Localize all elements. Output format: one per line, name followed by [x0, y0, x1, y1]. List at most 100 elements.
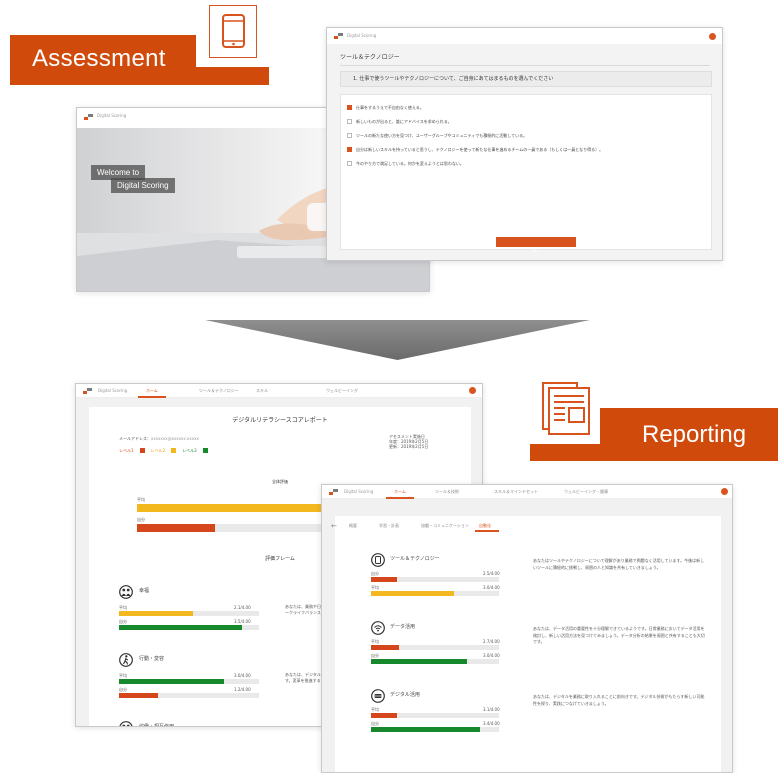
sub-tab[interactable]: 概要: [349, 523, 357, 529]
survey-option[interactable]: 自分は新しいスキルを持っていると思うし、テクノロジーを使って新たな仕事を進めるチ…: [347, 147, 603, 152]
option-label: ツールの新たな使い方を見つけ、ユーザーグループやコミュニティでも積極的に活動して…: [356, 133, 528, 138]
nav-tab[interactable]: ウェルビーイング・健康: [564, 489, 608, 495]
welcome-subtitle: Digital Scoring: [111, 178, 175, 193]
app-logo: [84, 114, 94, 120]
section-comment: あなたは、デジタルを業務に取り入れることに前向きです。デジタル技術がもたらす新し…: [533, 694, 705, 706]
score-bar: [371, 577, 499, 582]
overall-bar-fill: [137, 504, 323, 512]
score-bar-fill: [119, 693, 159, 698]
checkbox[interactable]: [347, 133, 352, 138]
overall-row-label: 平均: [137, 497, 145, 502]
user-avatar[interactable]: [709, 33, 716, 40]
score-bar-fill: [371, 645, 400, 650]
row-label: 自分: [371, 721, 379, 726]
section-comment: あなたはツールやテクノロジーについて理解があり業務で問題なく活用しています。今後…: [533, 558, 705, 570]
sub-tab[interactable]: 協働・コミュニケーション: [421, 523, 469, 529]
reporting-label-text: Reporting: [642, 421, 747, 448]
checkbox[interactable]: [347, 161, 352, 166]
survey-option[interactable]: 仕事をするうえで不自由なく使える。: [347, 105, 424, 110]
checked-checkbox[interactable]: [347, 147, 352, 152]
options-panel: 仕事をするうえで不自由なく使える。新しいものが出ると、誰にアドバイスを求められる…: [340, 94, 712, 253]
option-label: 自分は新しいスキルを持っていると思うし、テクノロジーを使って新たな仕事を進めるチ…: [356, 147, 604, 152]
row-label: 自分: [119, 687, 127, 692]
survey-option[interactable]: 新しいものが出ると、誰にアドバイスを求められる。: [347, 119, 452, 124]
survey-option[interactable]: ツールの新たな使い方を見つけ、ユーザーグループやコミュニティでも積極的に活動して…: [347, 133, 527, 138]
app-name: Digital Scoring: [344, 489, 374, 494]
section-title: ツール＆テクノロジー: [340, 54, 400, 61]
row-label: 平均: [119, 673, 127, 678]
checked-checkbox[interactable]: [347, 105, 352, 110]
sub-tab[interactable]: 学習・計画: [379, 523, 399, 529]
overall-bar-fill: [137, 524, 215, 532]
section-title: デジタル活用: [390, 692, 420, 698]
app-name: Digital Scoring: [98, 388, 128, 393]
row-score: 2.5/4.00: [483, 571, 500, 576]
score-bar: [371, 727, 499, 732]
survey-option[interactable]: 今のやり方で満足している。何かを変えようとは思わない。: [347, 161, 464, 166]
row-label: 平均: [371, 639, 379, 644]
report2-body: ← 概要 学習・計画 協働・コミュニケーション 自動化 ツール＆テクノロジー自分 2.5…: [331, 516, 721, 772]
nav-tab[interactable]: ホーム: [394, 489, 406, 495]
row-label: 自分: [119, 619, 127, 624]
app-logo: [334, 33, 344, 39]
row-score: 2.7/4.00: [483, 639, 500, 644]
score-bar: [371, 645, 499, 650]
score-bar: [119, 679, 259, 684]
document-icon: [541, 380, 591, 436]
app-logo: [83, 388, 93, 394]
question-text: 1. 仕事で使うツールやテクノロジーについて、ご自身にあてはまるものを選んでくだ…: [353, 76, 554, 82]
email-row: メールアドレス：xxxxxxx@xxxxxx.xxxxx: [119, 436, 199, 441]
row-score: 3.1/4.00: [483, 707, 500, 712]
score-bar: [119, 625, 259, 630]
next-button[interactable]: 次へ: [496, 237, 576, 253]
nav-tab[interactable]: スキル: [256, 388, 268, 394]
score-bar-fill: [371, 591, 455, 596]
checkbox[interactable]: [347, 119, 352, 124]
section-comment: あなたは、データ活用の重要性を十分理解できているようです。日常業務においてデータ…: [533, 626, 705, 644]
score-bar-fill: [119, 679, 224, 684]
section-title: 幸福: [139, 588, 150, 594]
score-bar-fill: [119, 625, 243, 630]
option-label: 今のやり方で満足している。何かを変えようとは思わない。: [356, 161, 464, 166]
question-box: 1. 仕事で使うツールやテクノロジーについて、ご自身にあてはまるものを選んでくだ…: [340, 71, 712, 87]
row-score: 3.4/4.00: [483, 721, 500, 726]
score-bar: [119, 611, 259, 616]
user-avatar[interactable]: [721, 488, 728, 495]
report-title: デジタルリテラシースコアレポート: [232, 417, 328, 424]
wifi-icon: [371, 620, 385, 635]
row-score: 1.2/4.00: [234, 687, 251, 692]
section-title: 行動・変容: [139, 656, 165, 662]
row-score: 2.1/4.00: [234, 605, 251, 610]
nav-tab[interactable]: スキル＆マインドセット: [494, 489, 538, 495]
score-bar-fill: [371, 727, 480, 732]
app-name: Digital Scoring: [347, 33, 377, 38]
active-subtab-indicator: [475, 530, 499, 532]
score-bar: [371, 591, 499, 596]
people-icon: [119, 584, 133, 599]
level-legend: レベル1 レベル2 レベル3: [119, 448, 208, 453]
down-arrow: [205, 320, 590, 360]
nav-tab[interactable]: ツール＆技術: [435, 489, 459, 495]
app-logo: [329, 489, 339, 495]
nav-tab[interactable]: ツール＆テクノロジー: [199, 388, 239, 394]
report1-header: Digital Scoring ホーム ツール＆テクノロジー スキル ウェルビーイング: [76, 384, 482, 398]
back-arrow-icon[interactable]: ←: [331, 522, 337, 530]
row-label: 平均: [119, 605, 127, 610]
score-bar: [371, 713, 499, 718]
score-bar-fill: [371, 713, 397, 718]
option-label: 新しいものが出ると、誰にアドバイスを求められる。: [356, 119, 452, 124]
row-score: 3.0/4.00: [483, 585, 500, 590]
assessment-label-text: Assessment: [32, 45, 166, 72]
user-avatar[interactable]: [469, 387, 476, 394]
overall-row-label: 自分: [137, 517, 145, 522]
walking-person-icon: [119, 652, 133, 667]
nav-tab[interactable]: ウェルビーイング: [326, 388, 358, 394]
nav-tab[interactable]: ホーム: [146, 388, 158, 394]
tablet-icon: [209, 5, 257, 58]
option-label: 仕事をするうえで不自由なく使える。: [356, 105, 424, 110]
report-screen-detail: Digital Scoring ホーム ツール＆技術 スキル＆マインドセット ウェルビ…: [321, 484, 733, 773]
row-score: 3.5/4.00: [234, 619, 251, 624]
section-title: ツール＆テクノロジー: [390, 556, 440, 562]
survey-header: Digital Scoring: [327, 28, 722, 44]
sub-tab[interactable]: 自動化: [479, 523, 491, 529]
